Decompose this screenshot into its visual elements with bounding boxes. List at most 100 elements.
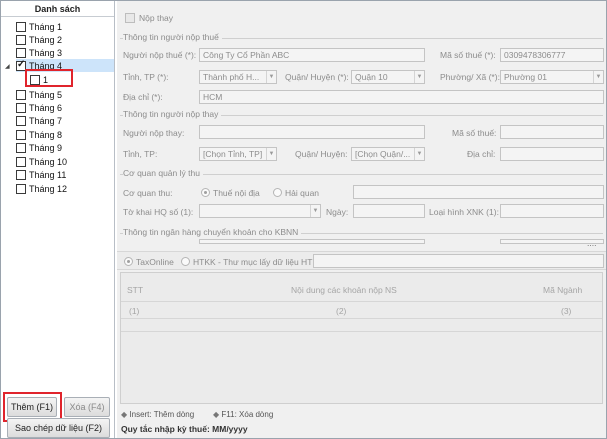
agency-field[interactable] <box>353 185 604 199</box>
checkbox-icon[interactable] <box>16 129 26 140</box>
col-content-header: Nội dung các khoản nộp NS <box>291 285 397 295</box>
checkbox-icon[interactable] <box>16 89 26 100</box>
xnk-field[interactable] <box>500 204 604 218</box>
taxonline-radio[interactable] <box>124 257 133 266</box>
tree-item-thang-3[interactable]: Tháng 3 <box>16 46 62 59</box>
agency-label: Cơ quan thu: <box>123 188 173 198</box>
payer-field[interactable] <box>199 125 425 139</box>
province-label: Tỉnh, TP (*): <box>123 72 169 82</box>
tree-item-label: Tháng 3 <box>29 47 63 58</box>
tree-item-label: Tháng 7 <box>29 115 63 126</box>
tree-item-label: Tháng 8 <box>29 129 63 140</box>
collapse-arrow-icon[interactable]: ◢ <box>5 63 10 70</box>
htkk-radio[interactable] <box>181 257 190 266</box>
tree-item-label: Tháng 5 <box>29 89 63 100</box>
district-select[interactable]: Quận 10 ▼ <box>351 70 425 84</box>
payer-address-label: Địa chỉ: <box>467 149 496 159</box>
payer-province-select[interactable]: [Chọn Tỉnh, TP] ▼ <box>199 147 277 161</box>
customs-decl-label: Tờ khai HQ số (1): <box>123 207 194 217</box>
taxonline-label: TaxOnline <box>136 257 174 267</box>
checkbox-icon[interactable] <box>16 169 26 180</box>
agency-domestic-radio[interactable] <box>201 188 210 197</box>
tree-item-label: Tháng 2 <box>29 34 63 45</box>
row-content-cell: (2) <box>336 306 347 316</box>
bank-field-1[interactable] <box>199 239 425 244</box>
ward-select[interactable]: Phường 01 ▼ <box>500 70 604 84</box>
row-code-cell: (3) <box>561 306 572 316</box>
taxpayer-name-field[interactable]: Công Ty Cổ Phần ABC <box>199 48 425 62</box>
customs-decl-select[interactable]: ▼ <box>199 204 321 218</box>
tree-item-thang-2[interactable]: Tháng 2 <box>16 33 62 46</box>
checkbox-icon[interactable] <box>16 115 26 126</box>
chevron-down-icon[interactable]: ▼ <box>266 71 276 83</box>
chevron-down-icon[interactable]: ▼ <box>310 205 320 217</box>
checkbox-icon[interactable] <box>16 156 26 167</box>
form-panel: Nộp thay Thông tin người nộp thuế Người … <box>117 1 606 438</box>
htkk-label: HTKK - Thư mục lấy dữ liệu HTKK <box>193 257 324 267</box>
payer-section-title: Thông tin người nộp thay <box>123 109 222 119</box>
agency-domestic-label: Thuế nội địa <box>213 188 260 198</box>
tree-item-label: Tháng 10 <box>29 156 68 167</box>
insert-hint-text: Insert: Thêm dòng <box>129 410 195 419</box>
province-select[interactable]: Thành phố H... ▼ <box>199 70 277 84</box>
tax-code-field[interactable]: 0309478306777 <box>500 48 604 62</box>
agency-section-title: Cơ quan quản lý thu <box>123 168 203 178</box>
tree-item-thang-1[interactable]: Tháng 1 <box>16 20 62 33</box>
tree-item-thang-12[interactable]: Tháng 12 <box>16 182 67 195</box>
tree-item-thang-8[interactable]: Tháng 8 <box>16 128 62 141</box>
checkbox-icon[interactable] <box>16 142 26 153</box>
date-field[interactable] <box>353 204 425 218</box>
delete-row-hint-text: F11: Xóa dòng <box>221 410 274 419</box>
payer-province-value: [Chọn Tỉnh, TP] <box>203 149 263 159</box>
chevron-down-icon[interactable]: ▼ <box>266 148 276 160</box>
tree-item-label: Tháng 12 <box>29 183 68 194</box>
checkbox-icon[interactable] <box>16 34 26 45</box>
chevron-down-icon[interactable]: ▼ <box>593 71 603 83</box>
chevron-down-icon[interactable]: ▼ <box>414 71 424 83</box>
tree-item-thang-5[interactable]: Tháng 5 <box>16 88 62 101</box>
province-value: Thành phố H... <box>203 72 260 82</box>
bank-more-dots[interactable]: .... <box>587 238 596 248</box>
address-field[interactable]: HCM <box>199 90 604 104</box>
payer-province-label: Tỉnh, TP: <box>123 149 158 159</box>
htkk-folder-field[interactable] <box>313 254 604 268</box>
ward-value: Phường 01 <box>504 72 547 82</box>
row-stt-cell: (1) <box>129 306 140 316</box>
pay-on-behalf-label: Nộp thay <box>139 13 174 23</box>
col-stt-header: STT <box>127 285 144 295</box>
district-label: Quận/ Huyện (*): <box>285 72 349 82</box>
agency-customs-radio[interactable] <box>273 188 282 197</box>
highlight-box <box>25 69 73 87</box>
checkbox-icon[interactable] <box>16 47 26 58</box>
payer-district-label: Quận/ Huyện: <box>295 149 348 159</box>
tree-item-label: Tháng 11 <box>29 169 67 180</box>
tree-item-thang-7[interactable]: Tháng 7 <box>16 114 62 127</box>
tree-item-thang-9[interactable]: Tháng 9 <box>16 141 62 154</box>
date-label: Ngày: <box>326 207 349 217</box>
tree-item-label: Tháng 6 <box>29 102 63 113</box>
checkbox-icon[interactable] <box>16 102 26 113</box>
tree-item-thang-6[interactable]: Tháng 6 <box>16 101 62 114</box>
chevron-down-icon[interactable]: ▼ <box>414 148 424 160</box>
tree-item-thang-10[interactable]: Tháng 10 <box>16 155 67 168</box>
district-value: Quận 10 <box>355 72 388 82</box>
delete-button[interactable]: Xóa (F4) <box>64 397 110 417</box>
copy-data-button[interactable]: Sao chép dữ liệu (F2) <box>7 418 110 438</box>
pay-on-behalf-checkbox[interactable] <box>125 13 135 23</box>
checkbox-icon[interactable] <box>16 183 26 194</box>
insert-hint: ◆ Insert: Thêm dòng <box>121 410 195 419</box>
taxpayer-name-label: Người nộp thuế (*): <box>123 50 197 60</box>
payer-district-select[interactable]: [Chọn Quận/... ▼ <box>351 147 425 161</box>
month-tree: Tháng 1 Tháng 2 Tháng 3 ◢ Tháng 4 1 Thán… <box>1 17 114 202</box>
payer-address-field[interactable] <box>500 147 604 161</box>
checkbox-icon[interactable] <box>16 21 26 32</box>
agency-customs-label: Hải quan <box>285 188 320 198</box>
payer-tax-code-label: Mã số thuế: <box>452 128 497 138</box>
tree-item-thang-11[interactable]: Tháng 11 <box>16 168 66 181</box>
payer-tax-code-field[interactable] <box>500 125 604 139</box>
payment-grid: STT Nội dung các khoản nộp NS Mã Ngành (… <box>120 272 603 404</box>
grid-divider <box>121 301 602 302</box>
payer-label: Người nộp thay: <box>123 128 185 138</box>
bank-section-title: Thông tin ngân hàng chuyển khoản cho KBN… <box>123 227 302 237</box>
taxpayer-section-title: Thông tin người nộp thuế <box>123 32 222 42</box>
